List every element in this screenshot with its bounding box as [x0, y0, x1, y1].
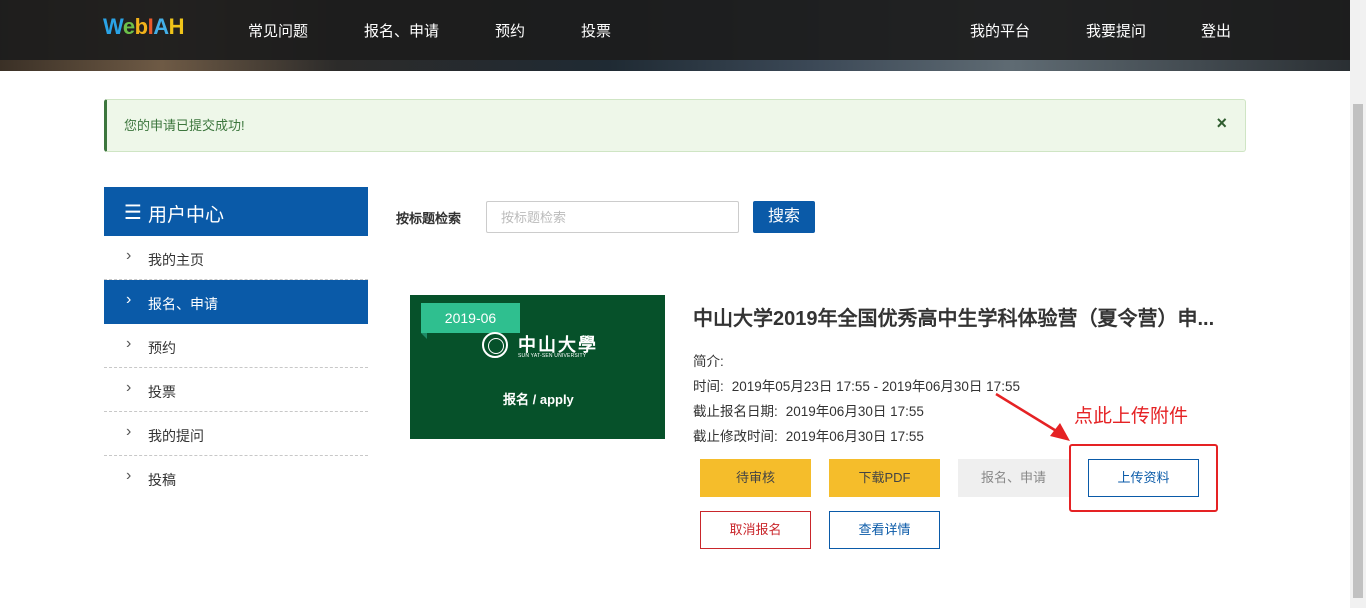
nav-item-ask-question[interactable]: 我要提问	[1086, 20, 1146, 41]
menu-icon: ☰	[124, 202, 142, 224]
sidebar-item-my-questions[interactable]: › 我的提问	[104, 412, 368, 456]
university-name-en: SUN YAT-SEN UNIVERSITY	[518, 353, 587, 359]
pending-review-button[interactable]: 待审核	[700, 459, 811, 497]
chevron-right-icon: ›	[126, 379, 132, 396]
sidebar-item-label: 我的主页	[148, 252, 204, 268]
search-label: 按标题检索	[396, 211, 462, 226]
search-button[interactable]: 搜索	[753, 201, 815, 233]
deadline-row: 截止报名日期: 2019年06月30日 17:55	[693, 400, 924, 420]
chevron-right-icon: ›	[126, 467, 132, 484]
chevron-right-icon: ›	[126, 247, 132, 264]
intro-row: 简介:	[693, 350, 724, 370]
sidebar-item-label: 我的提问	[148, 428, 204, 444]
cancel-registration-button[interactable]: 取消报名	[700, 511, 811, 549]
item-title[interactable]: 中山大学2019年全国优秀高中生学科体验营（夏令营）申...	[693, 302, 1225, 331]
sidebar-item-apply[interactable]: › 报名、申请	[104, 280, 368, 324]
sidebar-item-label: 投稿	[148, 472, 176, 488]
page-scrollbar[interactable]	[1350, 0, 1366, 608]
close-icon[interactable]: ×	[1216, 113, 1227, 134]
nav-item-vote[interactable]: 投票	[581, 20, 611, 41]
nav-item-booking[interactable]: 预约	[495, 20, 525, 41]
top-navbar: WebIAH 常见问题 报名、申请 预约 投票 我的平台 我要提问 登出	[0, 0, 1350, 60]
sidebar-item-booking[interactable]: › 预约	[104, 324, 368, 368]
chevron-right-icon: ›	[126, 291, 132, 308]
time-row: 时间: 2019年05月23日 17:55 - 2019年06月30日 17:55	[693, 375, 1020, 395]
sidebar-item-label: 预约	[148, 340, 176, 356]
sidebar-item-label: 报名、申请	[148, 296, 218, 312]
annotation-highlight-box	[1069, 444, 1218, 512]
alert-message: 您的申请已提交成功!	[124, 118, 245, 133]
chevron-right-icon: ›	[126, 423, 132, 440]
nav-item-my-platform[interactable]: 我的平台	[970, 20, 1030, 41]
success-alert: 您的申请已提交成功! ×	[104, 99, 1246, 152]
user-center-title: 用户中心	[148, 205, 225, 226]
university-seal-icon	[482, 332, 508, 358]
search-input[interactable]	[486, 201, 739, 233]
thumbnail-caption: 报名 / apply	[503, 392, 574, 407]
site-logo[interactable]: WebIAH	[103, 14, 184, 40]
sidebar-item-vote[interactable]: › 投票	[104, 368, 368, 412]
deadline-value: 2019年06月30日 17:55	[785, 404, 924, 419]
edit-deadline-label: 截止修改时间:	[693, 429, 778, 444]
sidebar-item-home[interactable]: › 我的主页	[104, 236, 368, 280]
time-value: 2019年05月23日 17:55 - 2019年06月30日 17:55	[731, 379, 1020, 394]
annotation-arrow-icon	[995, 392, 1070, 441]
item-thumbnail[interactable]: 2019-06 中山大學 SUN YAT-SEN UNIVERSITY 报名 /…	[410, 295, 665, 439]
scrollbar-thumb[interactable]	[1353, 104, 1363, 598]
annotation-text: 点此上传附件	[1074, 406, 1189, 427]
edit-deadline-row: 截止修改时间: 2019年06月30日 17:55	[693, 425, 924, 445]
apply-button[interactable]: 报名、申请	[958, 459, 1069, 497]
sidebar-item-label: 投票	[148, 384, 176, 400]
time-label: 时间:	[693, 379, 724, 394]
nav-item-faq[interactable]: 常见问题	[248, 20, 308, 41]
chevron-right-icon: ›	[126, 335, 132, 352]
edit-deadline-value: 2019年06月30日 17:55	[785, 429, 924, 444]
nav-item-apply[interactable]: 报名、申请	[364, 20, 439, 41]
intro-label: 简介:	[693, 354, 724, 369]
nav-item-logout[interactable]: 登出	[1201, 20, 1231, 41]
sidebar-item-submission[interactable]: › 投稿	[104, 456, 368, 500]
deadline-label: 截止报名日期:	[693, 404, 778, 419]
download-pdf-button[interactable]: 下载PDF	[829, 459, 940, 497]
view-details-button[interactable]: 查看详情	[829, 511, 940, 549]
date-tag: 2019-06	[421, 303, 520, 339]
user-center-header: ☰ 用户中心	[104, 187, 368, 236]
